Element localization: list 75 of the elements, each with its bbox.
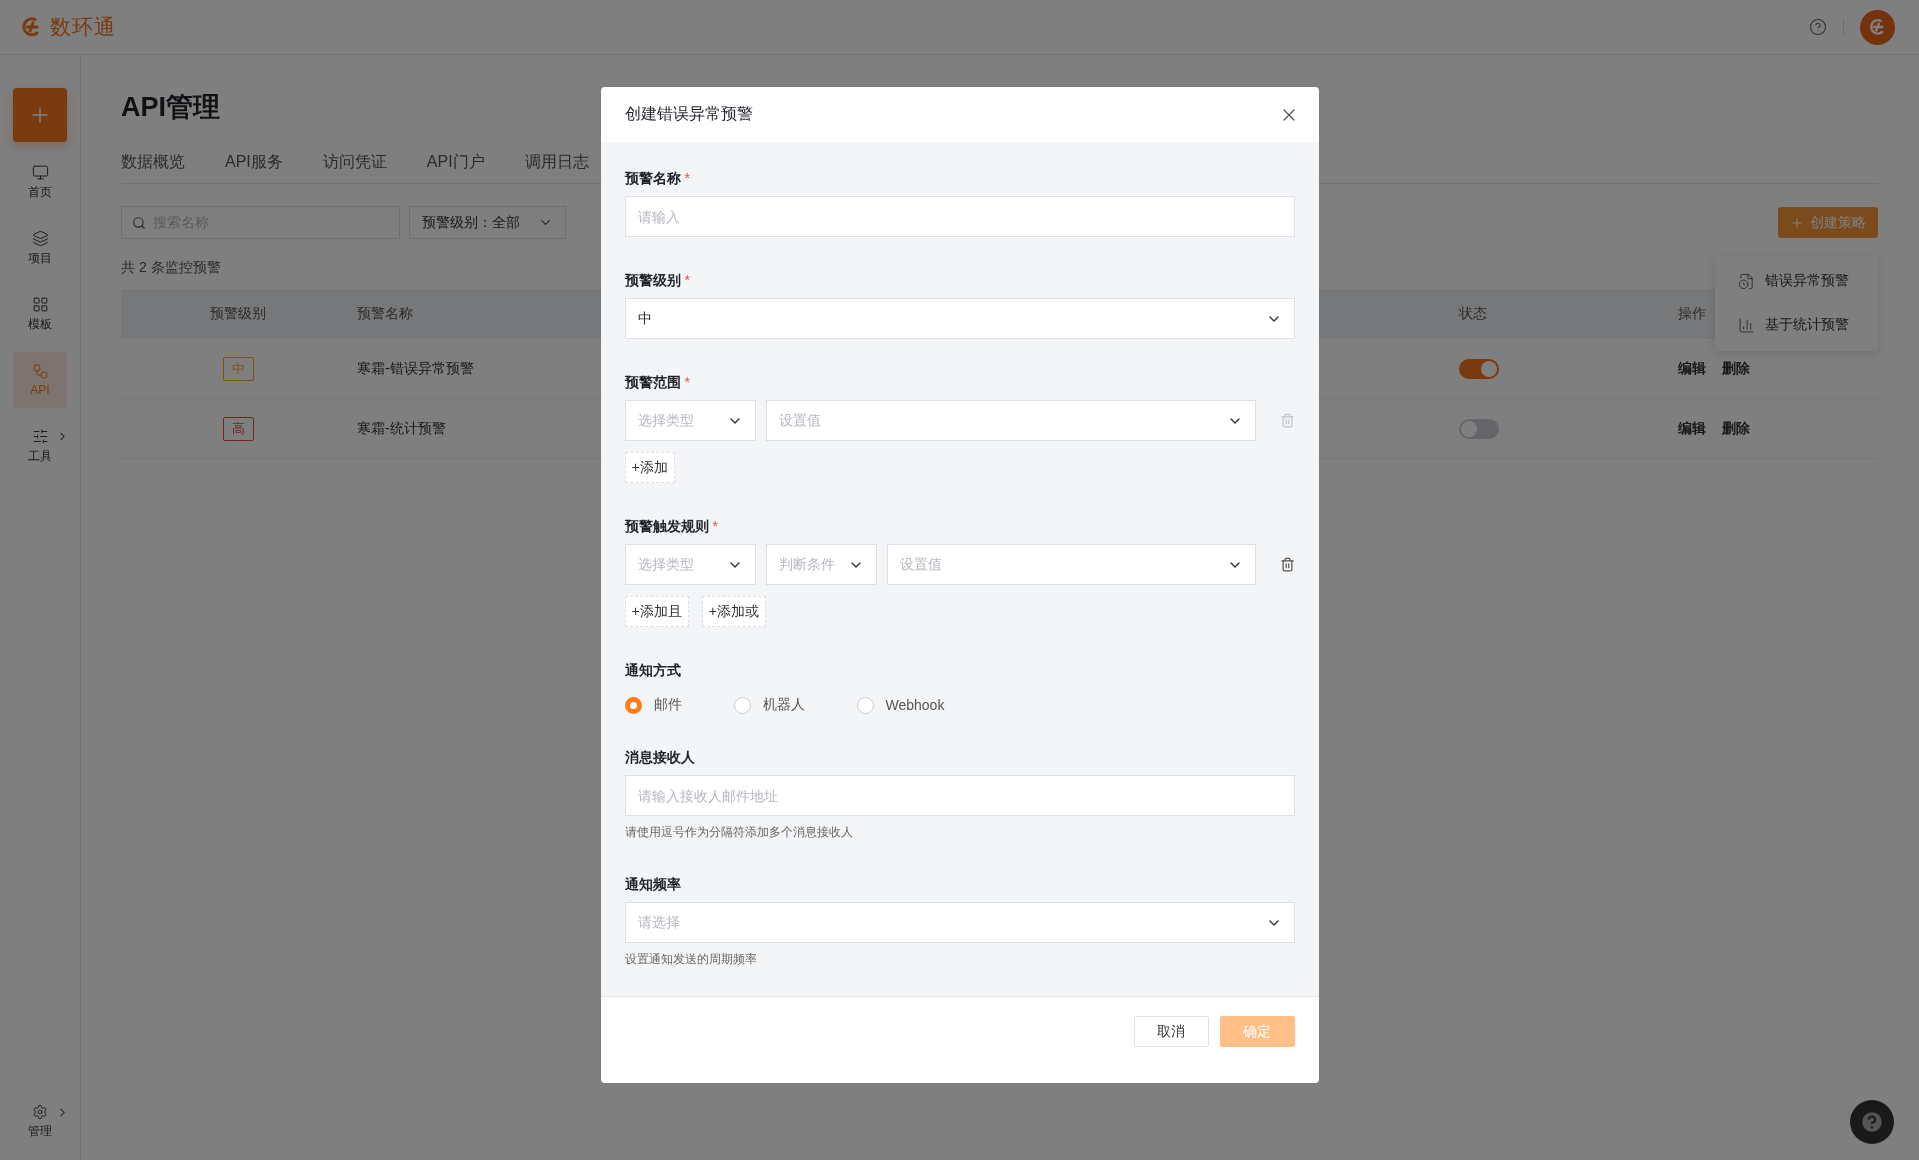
nav-icon — [31, 163, 49, 181]
column-header: 操作 — [1678, 304, 1706, 323]
table-cell: 寒霜-统计预警 — [357, 419, 446, 438]
action-link[interactable]: 编辑 — [1678, 359, 1706, 378]
radio-label: Webhook — [885, 697, 945, 713]
radio-label: 机器人 — [762, 696, 805, 714]
required-mark: * — [684, 271, 690, 290]
tab[interactable]: 访问凭证 — [322, 151, 387, 173]
add-button[interactable]: +添加或 — [701, 596, 766, 627]
level-badge: 中 — [222, 356, 254, 381]
sidebar-item[interactable]: 首页 — [13, 154, 67, 210]
add-button[interactable]: +添加且 — [624, 596, 689, 627]
page-title: API管理 — [121, 91, 220, 124]
input-field[interactable]: 请输入接收人邮件地址 — [624, 775, 1295, 816]
result-count: 共 2 条监控预警 — [121, 259, 222, 277]
tab[interactable]: 调用日志 — [524, 151, 589, 173]
delete-button[interactable] — [1279, 557, 1295, 572]
tab[interactable]: API服务 — [225, 151, 283, 173]
help-text: 设置通知发送的周期频率 — [624, 951, 758, 968]
table-cell: 寒霜-错误异常预警 — [357, 359, 474, 378]
sidebar-item[interactable]: 工具 — [13, 418, 67, 474]
menu-item[interactable]: 基于统计预警 — [1715, 303, 1878, 347]
field-label: 消息接收人 — [624, 748, 695, 767]
logo-text: 数环通 — [50, 14, 116, 40]
action-link[interactable]: 编辑 — [1678, 419, 1706, 438]
radio-button[interactable] — [733, 696, 751, 714]
settings-icon — [32, 1104, 48, 1120]
add-button[interactable] — [13, 88, 67, 142]
help-button[interactable] — [1850, 1100, 1894, 1144]
required-mark: * — [684, 373, 690, 392]
nav-icon — [31, 229, 49, 247]
avatar[interactable] — [1860, 9, 1895, 45]
dialog-title: 创建错误异常预警 — [624, 104, 753, 124]
radio-label: 邮件 — [653, 696, 682, 714]
menu-icon — [1738, 316, 1755, 334]
plus-icon — [1790, 215, 1804, 230]
add-button[interactable]: +添加 — [624, 452, 675, 483]
action-link[interactable]: 删除 — [1722, 359, 1750, 378]
level-badge: 高 — [222, 416, 254, 441]
radio-button[interactable] — [856, 696, 874, 714]
trash-icon — [1279, 413, 1295, 428]
field-label: 预警级别 — [624, 271, 681, 290]
required-mark: * — [712, 517, 718, 536]
column-header: 预警名称 — [357, 304, 413, 323]
field-label: 预警名称 — [624, 169, 681, 188]
help-icon — [1859, 1109, 1885, 1135]
help-text: 请使用逗号作为分隔符添加多个消息接收人 — [624, 824, 854, 841]
field-label: 预警触发规则 — [624, 517, 709, 536]
nav-icon — [31, 427, 49, 445]
tab[interactable]: API门户 — [426, 151, 485, 173]
required-mark: * — [684, 169, 690, 188]
nav-icon — [31, 295, 49, 313]
filter-select[interactable]: 预警级别：全部 — [409, 206, 566, 239]
status-toggle[interactable] — [1459, 358, 1499, 379]
field-label: 通知方式 — [624, 661, 681, 680]
status-toggle[interactable] — [1459, 418, 1499, 439]
radio-button[interactable] — [624, 696, 642, 714]
column-header: 状态 — [1459, 304, 1487, 323]
action-link[interactable]: 删除 — [1722, 419, 1750, 438]
help-icon[interactable] — [1809, 18, 1827, 36]
select-field[interactable]: 中 — [624, 298, 1295, 339]
tab[interactable]: 数据概览 — [121, 151, 185, 173]
menu-icon — [1738, 272, 1755, 290]
sidebar-item[interactable]: 管理 — [13, 1094, 67, 1150]
sidebar-item[interactable]: 项目 — [13, 220, 67, 276]
nav-icon — [31, 363, 49, 380]
field-label: 通知频率 — [624, 875, 681, 894]
input-field[interactable]: 请输入 — [624, 196, 1295, 237]
trash-icon — [1279, 557, 1295, 572]
search-icon — [132, 215, 146, 230]
field-label: 预警范围 — [624, 373, 681, 392]
column-header: 预警级别 — [210, 304, 266, 323]
sidebar-item[interactable]: 模板 — [13, 286, 67, 342]
cancel-button[interactable]: 取消 — [1133, 1016, 1209, 1047]
menu-item[interactable]: 错误异常预警 — [1715, 259, 1878, 303]
